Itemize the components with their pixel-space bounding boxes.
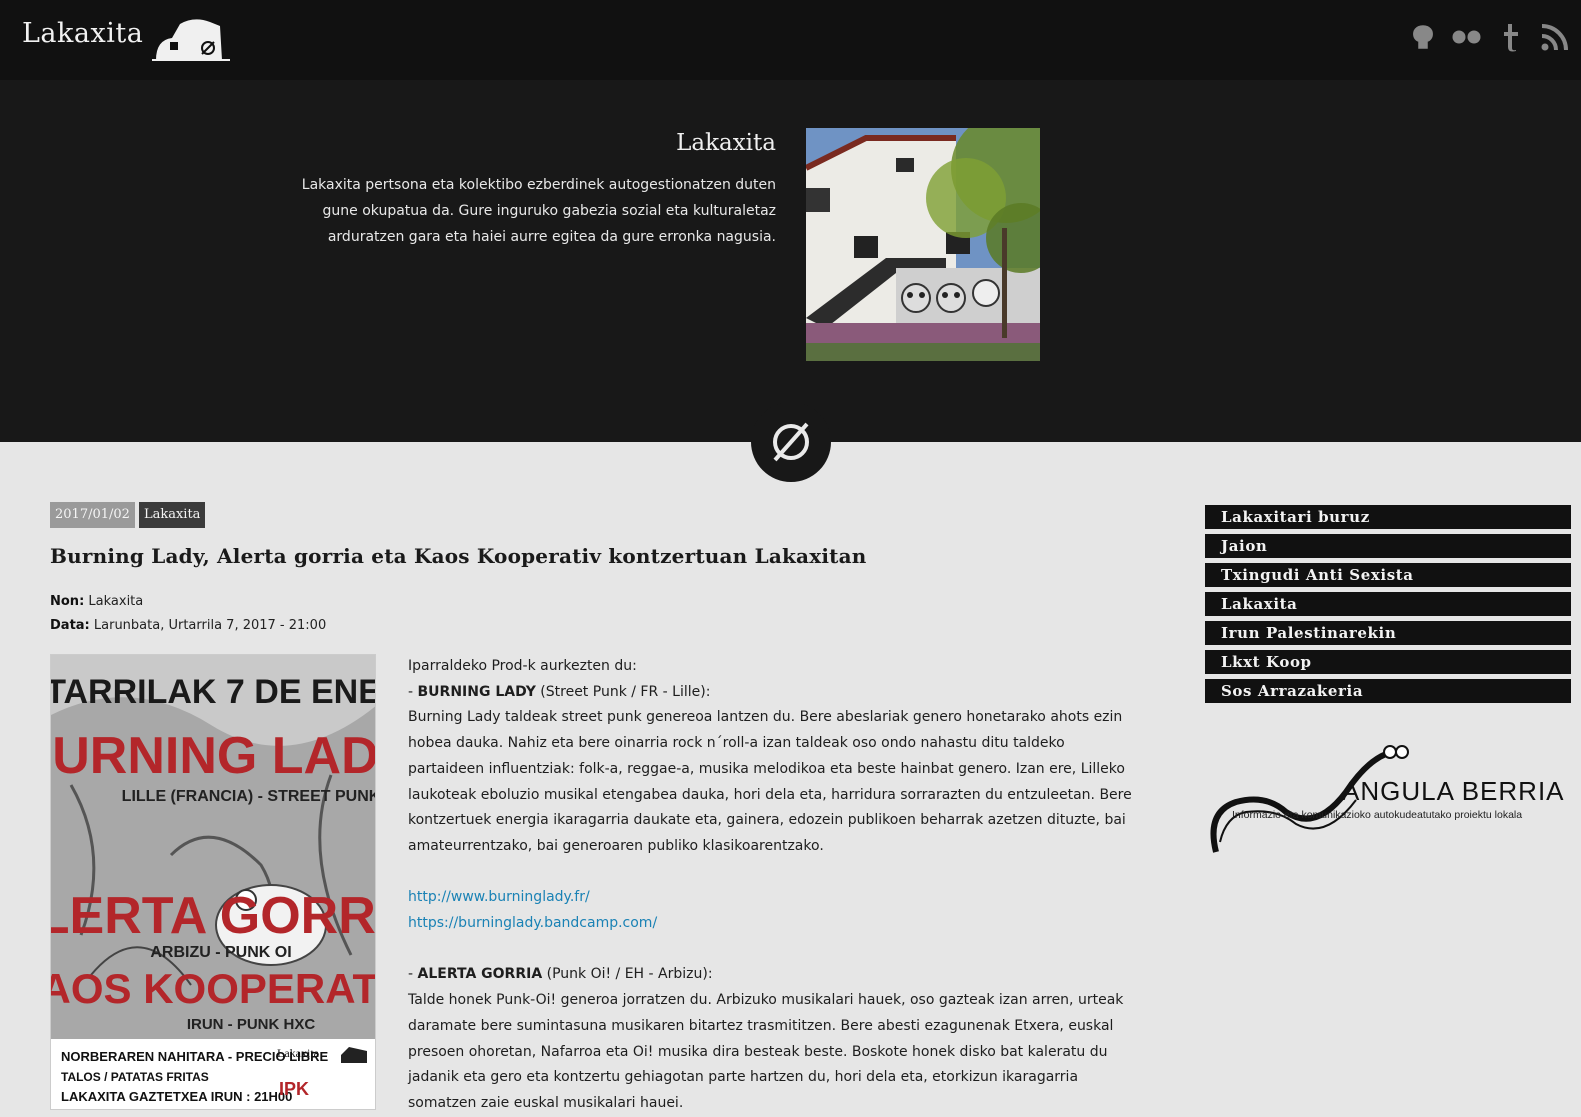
poster-band3: KAOS KOOPERATIV	[51, 965, 376, 1012]
partner-name: ANGULA BERRIA	[1342, 776, 1565, 806]
sidebar-item-sos-arrazakeria[interactable]: Sos Arrazakeria	[1205, 679, 1571, 703]
post-date-badge: 2017/01/02	[50, 502, 135, 528]
sidebar-item-lkxt-koop[interactable]: Lkxt Koop	[1205, 650, 1571, 674]
band1-name: BURNING LADY	[417, 683, 536, 700]
sidebar-item-lakaxitari-buruz[interactable]: Lakaxitari buruz	[1205, 505, 1571, 529]
post-title[interactable]: Burning Lady, Alerta gorria eta Kaos Koo…	[50, 544, 866, 568]
top-navbar: Lakaxita	[0, 0, 1581, 80]
hero-title: Lakaxita	[676, 130, 776, 156]
band2-prefix: -	[408, 966, 418, 983]
building-photo	[806, 128, 1040, 361]
poster-date: URTARRILAK 7 DE ENERO	[51, 673, 376, 711]
band1-website-link[interactable]: http://www.burninglady.fr/	[408, 889, 590, 905]
poster-org: IPK	[279, 1079, 309, 1099]
band2-name: ALERTA GORRIA	[417, 966, 543, 983]
band1-heading: - BURNING LADY (Street Punk / FR - Lille…	[408, 680, 1138, 706]
site-logo-icon[interactable]	[150, 14, 232, 68]
location-field: Non: Lakaxita	[50, 594, 143, 609]
angula-berria-banner[interactable]: ANGULA BERRIA Informazio eta komunikazio…	[1206, 742, 1566, 862]
post-body: Iparraldeko Prod-k aurkezten du: - BURNI…	[408, 654, 1138, 1117]
band1-bandcamp-link[interactable]: https://burninglady.bandcamp.com/	[408, 915, 657, 931]
band1-prefix: -	[408, 683, 418, 700]
location-label: Non:	[50, 594, 85, 609]
site-title-link[interactable]: Lakaxita	[22, 18, 143, 49]
band1-info: (Street Punk / FR - Lille):	[535, 683, 711, 700]
sidebar-item-jaion[interactable]: Jaion	[1205, 534, 1571, 558]
poster-band1: BURNING LADY	[51, 727, 376, 785]
intro-text: Iparraldeko Prod-k aurkezten du:	[408, 658, 637, 674]
hero-description: Lakaxita pertsona eta kolektibo ezberdin…	[301, 177, 776, 245]
github-icon[interactable]	[1407, 18, 1439, 56]
poster-brand: Lakaxita	[277, 1046, 320, 1060]
date-label: Data:	[50, 618, 90, 633]
sidebar-menu: Lakaxitari buruz Jaion Txingudi Anti Sex…	[1205, 505, 1571, 708]
location-value: Lakaxita	[88, 594, 144, 609]
poster-footer3: LAKAXITA GAZTETXEA IRUN : 21H00	[61, 1089, 292, 1104]
flickr-icon[interactable]	[1451, 18, 1483, 56]
sidebar-item-txingudi-anti-sexista[interactable]: Txingudi Anti Sexista	[1205, 563, 1571, 587]
band1-description: Burning Lady taldeak street punk genereo…	[408, 709, 1132, 854]
diaspora-icon[interactable]	[1495, 18, 1527, 56]
poster-footer2: TALOS / PATATAS FRITAS	[61, 1070, 209, 1084]
post-category-tag[interactable]: Lakaxita	[138, 502, 206, 528]
poster-band2: ALERTA GORRIA	[51, 887, 376, 945]
hero-section: Lakaxita Lakaxita pertsona eta kolektibo…	[0, 80, 1581, 442]
anarchy-badge-icon	[751, 402, 831, 482]
event-poster-image[interactable]: URTARRILAK 7 DE ENERO BURNING LADY LILLE…	[50, 654, 376, 1110]
sidebar-item-lakaxita[interactable]: Lakaxita	[1205, 592, 1571, 616]
date-value: Larunbata, Urtarrila 7, 2017 - 21:00	[93, 618, 327, 633]
band2-description: Talde honek Punk-Oi! generoa jorratzen d…	[408, 992, 1124, 1111]
band2-info: (Punk Oi! / EH - Arbizu):	[542, 966, 713, 983]
band2-heading: - ALERTA GORRIA (Punk Oi! / EH - Arbizu)…	[408, 962, 1138, 988]
rss-icon[interactable]	[1539, 18, 1571, 56]
social-links	[1407, 18, 1571, 56]
date-field: Data: Larunbata, Urtarrila 7, 2017 - 21:…	[50, 618, 326, 633]
poster-band1-sub: LILLE (FRANCIA) - STREET PUNK	[122, 788, 376, 805]
partner-tagline: Informazio eta komunikazioko autokudeatu…	[1232, 809, 1522, 821]
poster-band2-sub: ARBIZU - PUNK OI	[150, 944, 291, 961]
post-meta: 2017/01/02 Lakaxita	[50, 502, 206, 528]
poster-band3-sub: IRUN - PUNK HXC	[187, 1016, 316, 1033]
sidebar-item-irun-palestinarekin[interactable]: Irun Palestinarekin	[1205, 621, 1571, 645]
